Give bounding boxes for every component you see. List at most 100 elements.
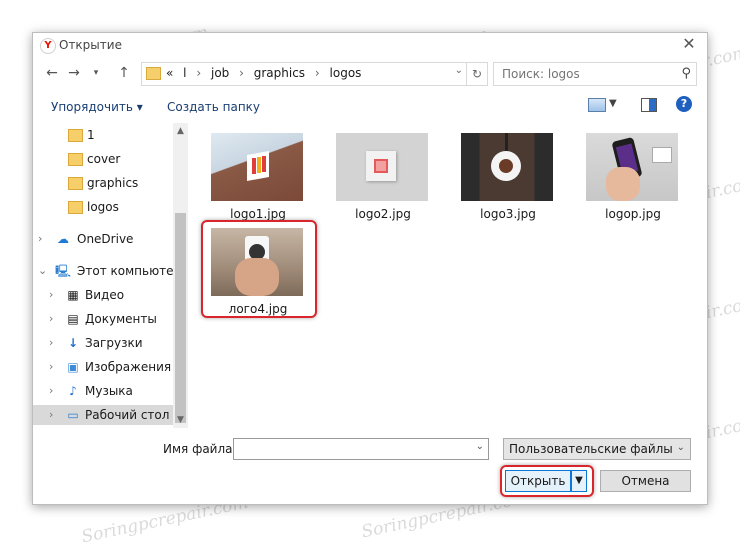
file-item[interactable]: logo2.jpg	[328, 133, 438, 223]
breadcrumb: « l › job › graphics › logos	[166, 66, 367, 80]
cancel-button[interactable]: Отмена	[600, 470, 691, 492]
file-thumbnail	[586, 133, 678, 201]
chevron-down-icon: ▼	[575, 475, 583, 486]
scroll-thumb[interactable]	[175, 213, 186, 423]
tree-item-downloads[interactable]: › ↓ Загрузки	[33, 333, 173, 353]
chevron-right-icon[interactable]: ›	[49, 357, 53, 377]
tree-item-logos[interactable]: logos	[33, 197, 173, 217]
tree-item-documents[interactable]: › ▤ Документы	[33, 309, 173, 329]
chevron-down-icon: ⌄	[454, 65, 463, 76]
back-button[interactable]: ←	[43, 64, 61, 82]
filetype-value: Пользовательские файлы	[509, 442, 673, 456]
file-thumbnail	[336, 133, 428, 201]
breadcrumb-overflow[interactable]: «	[166, 66, 173, 80]
recent-locations-button[interactable]: ▾	[87, 64, 105, 82]
organize-button[interactable]: Упорядочить ▾	[51, 100, 143, 114]
desktop-icon: ▭	[67, 408, 79, 422]
open-options-button[interactable]: ▼	[571, 470, 587, 492]
yandex-browser-icon: Y	[40, 38, 56, 54]
file-name: лого4.jpg	[228, 302, 288, 316]
filename-input[interactable]	[237, 440, 469, 458]
file-list: logo1.jpg logo2.jpg logo3.jpg logop.jpg …	[193, 123, 703, 428]
chevron-right-icon[interactable]: ›	[315, 66, 320, 80]
scroll-up-icon[interactable]: ▲	[173, 123, 188, 139]
file-item[interactable]: лого4.jpg	[203, 228, 313, 318]
breadcrumb-item[interactable]: logos	[330, 66, 362, 80]
chevron-right-icon[interactable]: ›	[49, 285, 53, 305]
file-item[interactable]: logop.jpg	[578, 133, 688, 223]
chevron-right-icon[interactable]: ›	[49, 405, 53, 425]
tree-item-label: Музыка	[85, 384, 133, 398]
tree-item-label: Документы	[85, 312, 157, 326]
filetype-select[interactable]: Пользовательские файлы ⌄	[503, 438, 691, 460]
view-mode-dropdown-button[interactable]: ▼	[609, 98, 617, 109]
tree-item-desktop[interactable]: › ▭ Рабочий стол	[33, 405, 173, 425]
scroll-down-icon[interactable]: ▼	[173, 412, 188, 428]
close-button[interactable]: ✕	[677, 33, 701, 55]
file-thumbnail	[211, 228, 303, 296]
tree-item-cover[interactable]: cover	[33, 149, 173, 169]
chevron-right-icon[interactable]: ›	[38, 229, 42, 249]
new-folder-button[interactable]: Создать папку	[167, 100, 260, 114]
search-input[interactable]	[500, 65, 674, 83]
address-dropdown-button[interactable]: ⌄	[455, 65, 463, 76]
help-icon[interactable]: ?	[676, 96, 692, 112]
tree-item-label: cover	[87, 152, 121, 166]
folder-icon	[146, 67, 161, 80]
tree-item-label: Видео	[85, 288, 125, 302]
refresh-button[interactable]: ↻	[466, 63, 487, 85]
file-name: logo2.jpg	[355, 207, 411, 221]
folder-icon	[68, 177, 83, 190]
arrow-right-icon: →	[68, 65, 80, 81]
address-bar[interactable]: « l › job › graphics › logos ⌄ ↻	[141, 62, 488, 86]
cloud-icon: ☁	[57, 232, 69, 246]
tree-item-this-pc[interactable]: ⌄ 🖳 Этот компьютер	[33, 261, 181, 281]
video-icon: ▦	[67, 288, 79, 302]
view-mode-icon[interactable]	[588, 98, 606, 112]
tree-item-label: logos	[87, 200, 119, 214]
dialog-title: Открытие	[59, 38, 122, 52]
forward-button[interactable]: →	[65, 64, 83, 82]
breadcrumb-item[interactable]: graphics	[254, 66, 305, 80]
tree-item-graphics[interactable]: graphics	[33, 173, 173, 193]
tree-item-music[interactable]: › ♪ Музыка	[33, 381, 173, 401]
tree-item-label: Изображения	[85, 360, 172, 374]
preview-pane-icon[interactable]	[641, 98, 657, 112]
search-icon[interactable]: ⚲	[681, 66, 691, 81]
tree-item-label: 1	[87, 128, 95, 142]
chevron-down-icon: ▾	[93, 68, 99, 78]
filename-combobox[interactable]: ⌄	[233, 438, 489, 460]
tree-item-video[interactable]: › ▦ Видео	[33, 285, 173, 305]
folder-icon	[68, 201, 83, 214]
file-thumbnail	[211, 133, 303, 201]
chevron-down-icon[interactable]: ⌄	[476, 441, 484, 452]
open-button[interactable]: Открыть	[505, 470, 571, 492]
filename-row: Имя файла: ⌄ Пользовательские файлы ⌄	[33, 438, 707, 462]
tree-item-1[interactable]: 1	[33, 125, 173, 145]
chevron-right-icon[interactable]: ›	[49, 309, 53, 329]
file-item[interactable]: logo1.jpg	[203, 133, 313, 223]
arrow-up-icon: ↑	[118, 65, 130, 81]
tree-item-onedrive[interactable]: › ☁ OneDrive	[33, 229, 173, 249]
images-icon: ▣	[67, 360, 79, 374]
computer-icon: 🖳	[55, 264, 72, 278]
chevron-down-icon: ▼	[609, 98, 617, 109]
tree-item-label: Загрузки	[85, 336, 143, 350]
chevron-down-icon[interactable]: ⌄	[38, 261, 47, 281]
breadcrumb-item[interactable]: job	[211, 66, 229, 80]
navigation-scrollbar[interactable]: ▲ ▼	[173, 123, 188, 428]
chevron-right-icon[interactable]: ›	[239, 66, 244, 80]
open-file-dialog: Y Открытие ✕ ← → ▾ ↑ « l › job › graphic…	[32, 32, 708, 505]
search-box[interactable]: ⚲	[493, 62, 697, 86]
file-item[interactable]: logo3.jpg	[453, 133, 563, 223]
up-button[interactable]: ↑	[115, 64, 133, 82]
chevron-right-icon[interactable]: ›	[196, 66, 201, 80]
navigation-pane: 1 cover graphics logos › ☁ OneDrive ⌄ 🖳 …	[33, 123, 188, 428]
tree-item-images[interactable]: › ▣ Изображения	[33, 357, 173, 377]
chevron-down-icon: ⌄	[676, 442, 685, 453]
tree-item-label: Этот компьютер	[77, 264, 182, 278]
breadcrumb-item[interactable]: l	[183, 66, 186, 80]
file-name: logo1.jpg	[230, 207, 286, 221]
chevron-right-icon[interactable]: ›	[49, 333, 53, 353]
chevron-right-icon[interactable]: ›	[49, 381, 53, 401]
